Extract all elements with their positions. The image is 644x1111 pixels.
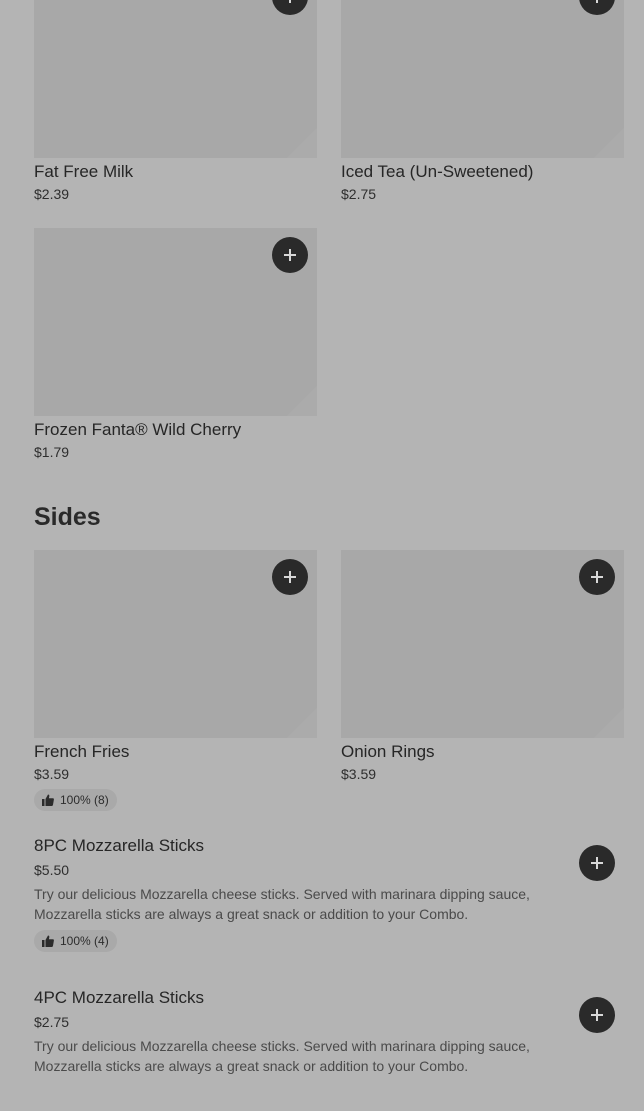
plus-icon xyxy=(284,571,296,583)
menu-item-card[interactable]: French Fries $3.59 100% (8) xyxy=(34,550,317,811)
item-price: $2.75 xyxy=(34,1014,70,1030)
rating-text: 100% (8) xyxy=(60,793,109,807)
item-name: Onion Rings xyxy=(341,742,435,761)
menu-list-item[interactable]: 4PC Mozzarella Sticks $2.75 Try our deli… xyxy=(34,988,615,1076)
item-name: 8PC Mozzarella Sticks xyxy=(34,836,205,855)
add-to-cart-button[interactable] xyxy=(272,0,308,15)
item-price: $3.59 xyxy=(341,766,377,782)
menu-item-card[interactable]: Fat Free Milk $2.39 xyxy=(34,0,317,203)
item-name: French Fries xyxy=(34,742,130,761)
item-name: Fat Free Milk xyxy=(34,162,134,181)
menu-list-item[interactable]: 8PC Mozzarella Sticks $5.50 Try our deli… xyxy=(34,836,615,952)
menu-page: Fat Free Milk $2.39 Iced Tea (Un-Sweeten… xyxy=(0,0,644,1111)
plus-icon xyxy=(591,857,603,869)
item-price: $5.50 xyxy=(34,862,70,878)
plus-icon xyxy=(591,571,603,583)
item-price: $2.75 xyxy=(341,186,377,202)
rating-badge: 100% (4) xyxy=(34,930,117,952)
thumbs-up-icon xyxy=(42,935,54,947)
item-price: $2.39 xyxy=(34,186,70,202)
item-image[interactable] xyxy=(341,550,624,738)
item-image[interactable] xyxy=(34,550,317,738)
menu-item-card[interactable]: Iced Tea (Un-Sweetened) $2.75 xyxy=(341,0,624,203)
add-to-cart-button[interactable] xyxy=(272,559,308,595)
rating-badge: 100% (8) xyxy=(34,789,117,811)
menu-item-card[interactable]: Frozen Fanta® Wild Cherry $1.79 xyxy=(34,228,317,461)
item-name: Iced Tea (Un-Sweetened) xyxy=(341,162,534,181)
item-image[interactable] xyxy=(341,0,624,158)
item-description: Try our delicious Mozzarella cheese stic… xyxy=(34,1038,530,1074)
item-image[interactable] xyxy=(34,228,317,416)
add-to-cart-button[interactable] xyxy=(579,997,615,1033)
add-to-cart-button[interactable] xyxy=(272,237,308,273)
item-description: Try our delicious Mozzarella cheese stic… xyxy=(34,886,530,922)
plus-icon xyxy=(284,249,296,261)
item-name: 4PC Mozzarella Sticks xyxy=(34,988,205,1007)
rating-text: 100% (4) xyxy=(60,934,109,948)
plus-icon xyxy=(284,0,296,3)
section-title-sides: Sides xyxy=(34,503,101,531)
item-image[interactable] xyxy=(34,0,317,158)
plus-icon xyxy=(591,0,603,3)
item-price: $1.79 xyxy=(34,444,70,460)
item-price: $3.59 xyxy=(34,766,70,782)
menu-item-card[interactable]: Onion Rings $3.59 xyxy=(341,550,624,783)
plus-icon xyxy=(591,1009,603,1021)
thumbs-up-icon xyxy=(42,794,54,806)
add-to-cart-button[interactable] xyxy=(579,0,615,15)
item-name: Frozen Fanta® Wild Cherry xyxy=(34,420,242,439)
add-to-cart-button[interactable] xyxy=(579,559,615,595)
add-to-cart-button[interactable] xyxy=(579,845,615,881)
